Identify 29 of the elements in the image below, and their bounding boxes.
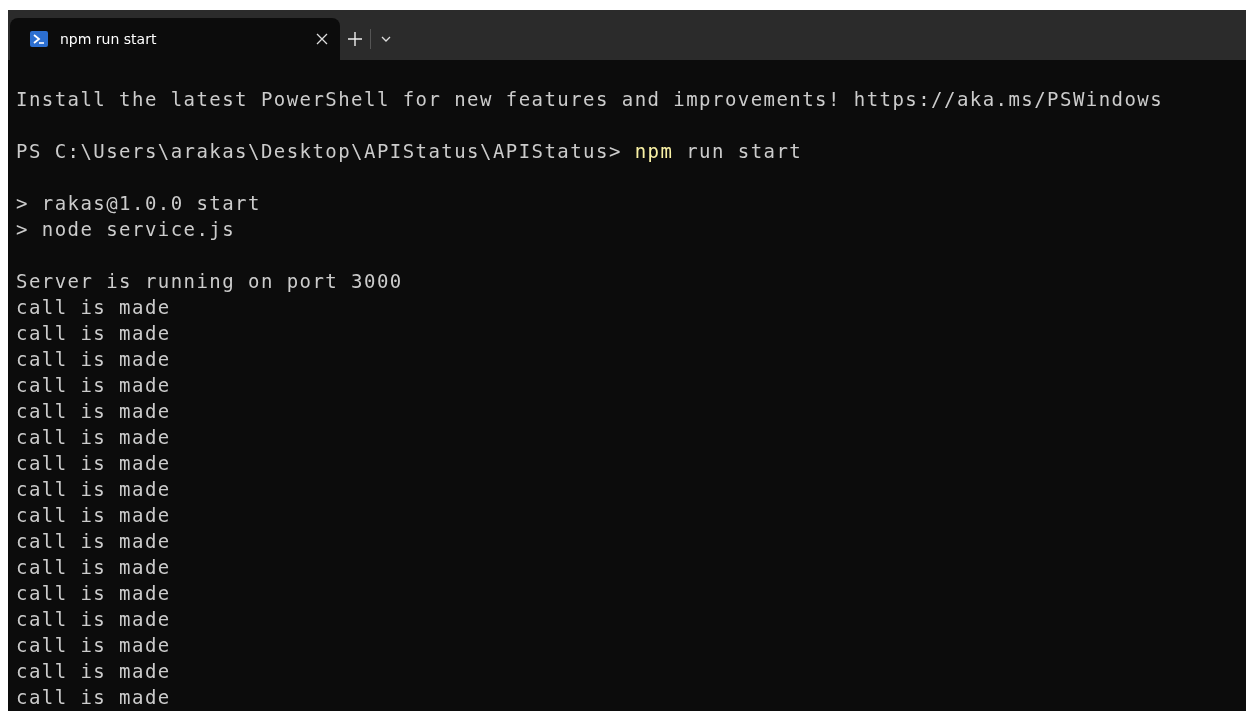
output-line: Server is running on port 3000 [16, 270, 403, 292]
output-line: call is made [16, 374, 171, 396]
output-line: call is made [16, 530, 171, 552]
chevron-down-icon [381, 36, 391, 42]
output-line: call is made [16, 296, 171, 318]
prompt-path: PS C:\Users\arakas\Desktop\APIStatus\APIStatus> [16, 140, 622, 162]
output-line: call is made [16, 322, 171, 344]
output-line: call is made [16, 660, 171, 682]
powershell-icon [30, 31, 48, 47]
output-line: call is made [16, 426, 171, 448]
output-line: > rakas@1.0.0 start [16, 192, 261, 214]
output-line: call is made [16, 478, 171, 500]
output-line: Install the latest PowerShell for new features and improvements! https://aka.ms/PSWindows [16, 88, 1164, 110]
terminal-tab[interactable]: npm run start [10, 18, 340, 60]
plus-icon [348, 32, 362, 46]
output-line: call is made [16, 504, 171, 526]
output-line: call is made [16, 452, 171, 474]
output-line: call is made [16, 686, 171, 708]
output-line: call is made [16, 582, 171, 604]
command-name: npm [634, 140, 674, 162]
output-line: > node service.js [16, 218, 236, 240]
output-line: call is made [16, 556, 171, 578]
output-line: call is made [16, 400, 171, 422]
close-icon[interactable] [316, 33, 328, 45]
command-args: run start [686, 140, 803, 162]
output-line: call is made [16, 634, 171, 656]
output-line: call is made [16, 348, 171, 370]
tab-title: npm run start [60, 31, 158, 47]
output-line: call is made [16, 608, 171, 630]
